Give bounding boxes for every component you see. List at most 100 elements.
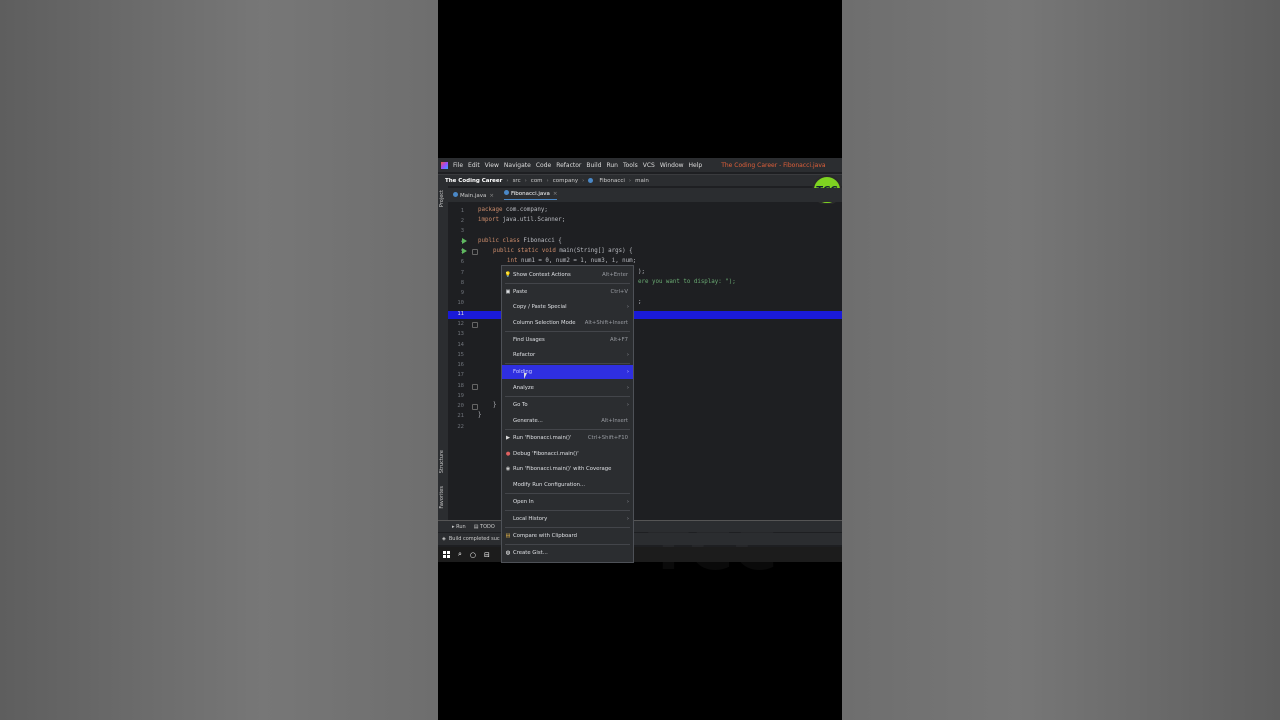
menu-item-show-context-actions[interactable]: 💡 Show Context Actions Alt+Enter xyxy=(502,268,633,282)
breadcrumb-src[interactable]: src xyxy=(513,178,521,184)
line-number: 9 xyxy=(460,290,464,296)
chevron-right-icon: › xyxy=(524,177,527,184)
menu-tools[interactable]: Tools xyxy=(623,162,638,169)
menu-separator xyxy=(505,527,630,528)
java-file-icon xyxy=(453,191,458,197)
chevron-right-icon: › xyxy=(626,369,629,375)
java-class-icon xyxy=(588,178,594,183)
right-blurred-backdrop xyxy=(842,0,1280,720)
line-number: 15 xyxy=(457,352,464,358)
menu-file[interactable]: File xyxy=(453,162,463,169)
breadcrumb-class[interactable]: Fibonacci xyxy=(599,178,625,184)
menu-item-go-to[interactable]: Go To › xyxy=(502,398,633,412)
menu-separator xyxy=(505,429,630,430)
chevron-right-icon: › xyxy=(626,304,629,310)
fold-marker-icon[interactable] xyxy=(472,384,478,390)
window-title: The Coding Career - Fibonacci.java xyxy=(721,161,826,169)
close-icon[interactable]: × xyxy=(489,193,494,199)
build-status-icon: ◈ xyxy=(442,536,446,542)
menu-refactor[interactable]: Refactor xyxy=(556,162,581,169)
chevron-right-icon: › xyxy=(626,516,629,522)
code-line-1: package com.company; xyxy=(478,207,548,213)
menu-run[interactable]: Run xyxy=(606,162,618,169)
menu-separator xyxy=(505,396,630,397)
line-gutter: 1 2 3 4 5 6 7 8 9 10 11 12 13 14 15 16 1… xyxy=(448,204,478,520)
task-view-icon[interactable]: ⊟ xyxy=(484,551,490,559)
fold-marker-icon[interactable] xyxy=(472,249,478,255)
tab-main-java[interactable]: Main.java × xyxy=(453,191,494,199)
menu-separator xyxy=(505,493,630,494)
menu-separator xyxy=(505,363,630,364)
code-line-8: ere you want to display: "); xyxy=(638,279,736,285)
code-line-5: public static void main(String[] args) { xyxy=(493,248,633,254)
menu-item-paste[interactable]: ▣ Paste Ctrl+V xyxy=(502,285,633,299)
ide-window: File Edit View Navigate Code Refactor Bu… xyxy=(438,158,842,584)
menu-help[interactable]: Help xyxy=(689,162,703,169)
menu-separator xyxy=(505,283,630,284)
breadcrumb-method[interactable]: main xyxy=(635,178,649,184)
menu-item-open-in[interactable]: Open In › xyxy=(502,495,633,509)
menu-edit[interactable]: Edit xyxy=(468,162,480,169)
line-number: 13 xyxy=(457,331,464,337)
code-line-2: import java.util.Scanner; xyxy=(478,217,566,223)
clipboard-icon: ▣ xyxy=(505,289,511,295)
menu-item-copy-paste-special[interactable]: Copy / Paste Special › xyxy=(502,300,633,314)
tab-fibonacci-java[interactable]: Fibonacci.java × xyxy=(504,190,558,200)
left-tool-strip: Project Structure Favorites xyxy=(438,186,448,520)
close-icon[interactable]: × xyxy=(553,191,558,197)
run-tool-tab[interactable]: ▸ Run xyxy=(452,524,466,530)
mouse-pointer-icon xyxy=(524,373,527,379)
run-gutter-icon[interactable] xyxy=(462,238,467,244)
code-line-6: int num1 = 0, num2 = 1, num3, i, num; xyxy=(507,258,637,264)
chevron-right-icon: › xyxy=(626,402,629,408)
menu-item-compare-with-clipboard[interactable]: ▤ Compare with Clipboard xyxy=(502,529,633,543)
video-frame: File Edit View Navigate Code Refactor Bu… xyxy=(438,0,842,720)
menu-item-column-selection-mode[interactable]: Column Selection Mode Alt+Shift+Insert xyxy=(502,316,633,330)
run-gutter-icon[interactable] xyxy=(462,248,467,254)
menu-navigate[interactable]: Navigate xyxy=(504,162,531,169)
menu-vcs[interactable]: VCS xyxy=(643,162,655,169)
breadcrumb-com[interactable]: com xyxy=(531,178,543,184)
chevron-right-icon: › xyxy=(506,177,509,184)
breadcrumb: The Coding Career › src › com › company … xyxy=(438,174,842,186)
menu-window[interactable]: Window xyxy=(660,162,684,169)
structure-tool-tab[interactable]: Structure xyxy=(439,450,445,473)
menu-item-debug[interactable]: ● Debug 'Fibonacci.main()' xyxy=(502,447,633,461)
menu-view[interactable]: View xyxy=(485,162,499,169)
line-number: 7 xyxy=(460,270,464,276)
chevron-right-icon: › xyxy=(546,177,549,184)
fold-marker-icon[interactable] xyxy=(472,322,478,328)
menu-item-folding[interactable]: Folding › xyxy=(502,365,633,379)
line-number: 14 xyxy=(457,342,464,348)
code-line-4: public class Fibonacci { xyxy=(478,238,562,244)
lightbulb-icon: 💡 xyxy=(504,272,512,278)
menu-item-create-gist[interactable]: ◍ Create Gist... xyxy=(502,546,633,560)
line-number: 21 xyxy=(457,413,464,419)
coverage-icon: ◉ xyxy=(505,466,511,472)
project-tool-tab[interactable]: Project xyxy=(439,190,445,207)
line-number: 22 xyxy=(457,424,464,430)
todo-tool-tab[interactable]: ▤ TODO xyxy=(474,524,495,530)
menu-build[interactable]: Build xyxy=(586,162,601,169)
java-file-icon xyxy=(504,190,510,195)
breadcrumb-project[interactable]: The Coding Career xyxy=(445,178,502,184)
menu-item-generate[interactable]: Generate... Alt+Insert xyxy=(502,414,633,428)
breadcrumb-company[interactable]: company xyxy=(553,178,578,184)
line-number: 8 xyxy=(460,280,464,286)
favorites-tool-tab[interactable]: Favorites xyxy=(439,486,445,509)
tab-label: Main.java xyxy=(460,192,487,199)
menu-separator xyxy=(505,510,630,511)
fold-marker-icon[interactable] xyxy=(472,404,478,410)
menu-item-run-with-coverage[interactable]: ◉ Run 'Fibonacci.main()' with Coverage xyxy=(502,462,633,476)
menu-item-local-history[interactable]: Local History › xyxy=(502,512,633,526)
menu-item-find-usages[interactable]: Find Usages Alt+F7 xyxy=(502,333,633,347)
menu-code[interactable]: Code xyxy=(536,162,551,169)
menu-item-modify-run-configuration[interactable]: Modify Run Configuration... xyxy=(502,478,633,492)
search-icon[interactable]: ⌕ xyxy=(458,550,462,559)
menu-item-analyze[interactable]: Analyze › xyxy=(502,381,633,395)
cortana-icon[interactable]: ○ xyxy=(470,551,476,559)
windows-start-icon[interactable] xyxy=(443,551,450,558)
line-number: 10 xyxy=(457,300,464,306)
menu-item-refactor[interactable]: Refactor › xyxy=(502,348,633,362)
menu-item-run[interactable]: ▶ Run 'Fibonacci.main()' Ctrl+Shift+F10 xyxy=(502,431,633,445)
